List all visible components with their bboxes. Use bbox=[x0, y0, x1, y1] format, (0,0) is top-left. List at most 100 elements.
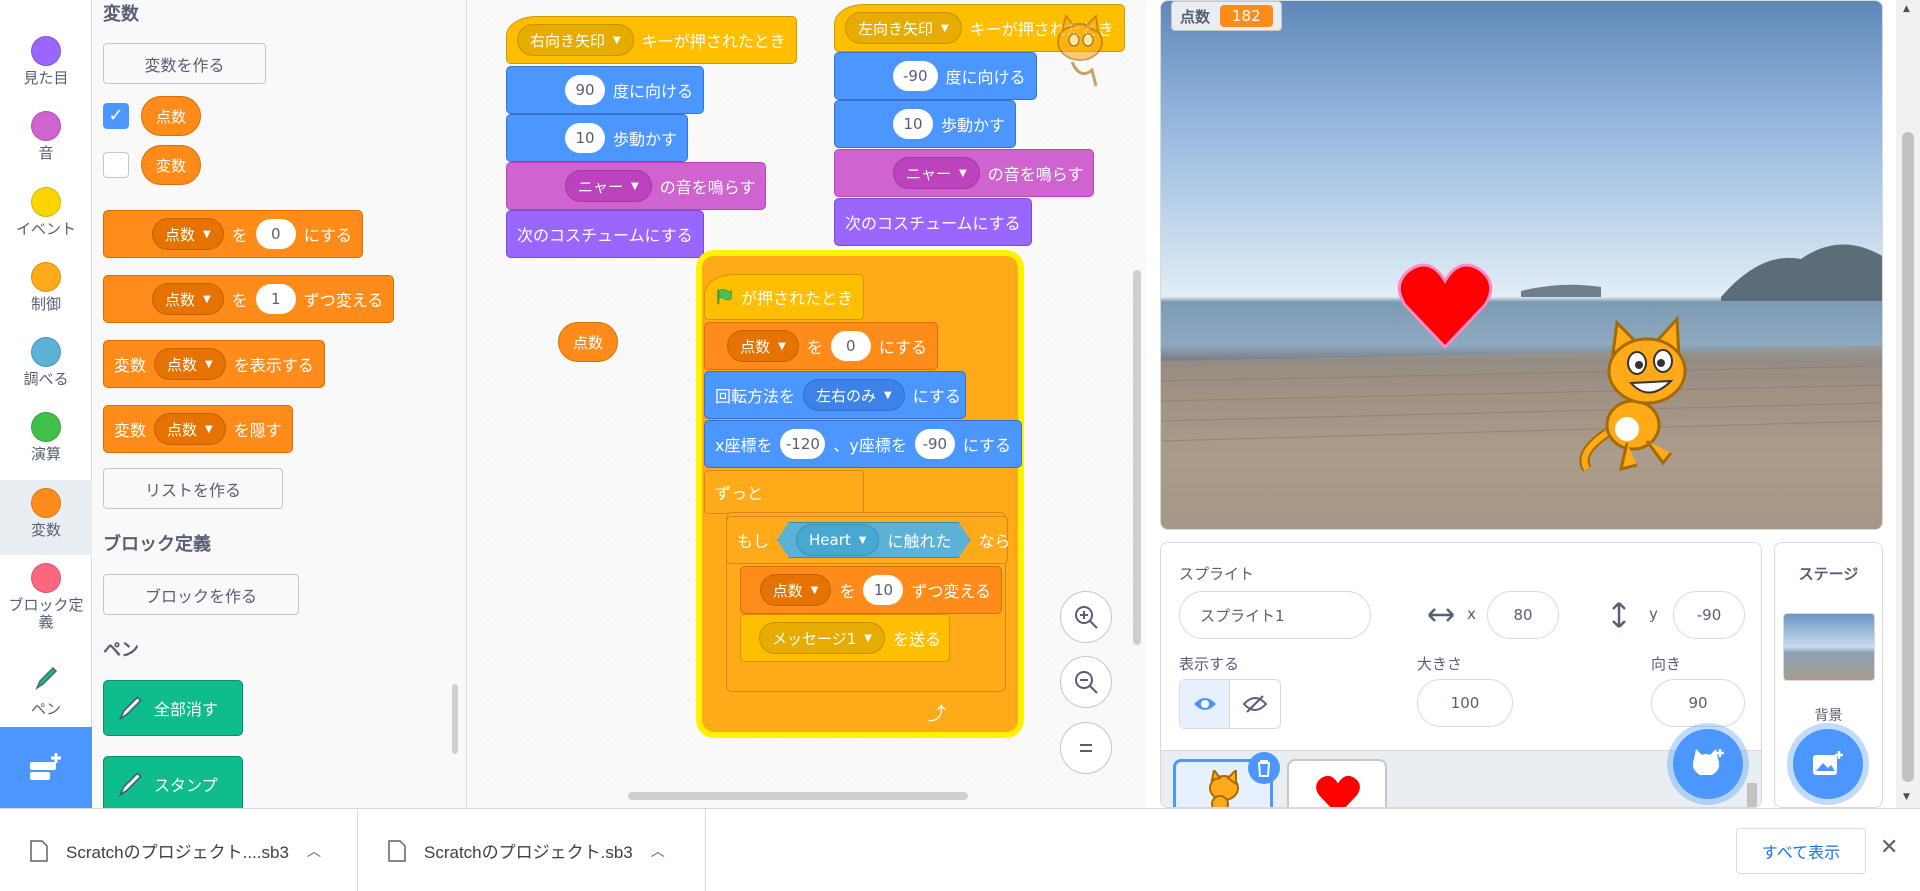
x-input[interactable]: -120 bbox=[780, 429, 826, 459]
add-extension-button[interactable] bbox=[0, 727, 92, 808]
variables-heading: 変数 bbox=[103, 4, 139, 25]
direction-input[interactable]: -90 bbox=[893, 61, 938, 91]
score-reporter[interactable]: 点数 bbox=[141, 96, 202, 136]
script-area-horizontal-scrollbar[interactable] bbox=[628, 792, 968, 800]
next-costume-block[interactable]: 次のコスチュームにする bbox=[834, 198, 1032, 246]
category-my-blocks[interactable]: ブロック定義 bbox=[0, 563, 92, 638]
category-operators[interactable]: 演算 bbox=[0, 412, 92, 487]
choose-sprite-button[interactable] bbox=[1673, 729, 1743, 799]
set-variable-dropdown[interactable]: 点数 ▼ bbox=[727, 330, 799, 362]
touching-block[interactable]: Heart ▼ に触れた bbox=[777, 522, 970, 558]
variable-checkbox[interactable] bbox=[103, 152, 129, 178]
change-variable-block[interactable]: 点数 ▼ を 1 ずつ変える bbox=[103, 275, 395, 323]
point-in-direction-block[interactable]: -90 度に向ける bbox=[834, 52, 1037, 100]
category-motion[interactable]: 動き bbox=[0, 0, 92, 23]
category-events[interactable]: イベント bbox=[0, 187, 92, 262]
category-looks[interactable]: 見た目 bbox=[0, 36, 92, 111]
show-all-button[interactable]: すべて表示 bbox=[1736, 828, 1866, 874]
y-input[interactable]: -90 bbox=[1673, 591, 1745, 639]
set-rotation-style-block[interactable]: 回転方法を 左右のみ ▼ にする bbox=[704, 371, 966, 419]
forever-block[interactable]: ずっと bbox=[704, 470, 864, 514]
stage-selector[interactable]: ステージ 背景 bbox=[1774, 542, 1883, 808]
when-flag-clicked-block[interactable]: が押されたとき bbox=[704, 274, 864, 320]
make-list-button[interactable]: リストを作る bbox=[103, 468, 283, 509]
delete-sprite-button[interactable] bbox=[1248, 752, 1280, 784]
sprite-name-input[interactable]: スプライト1 bbox=[1179, 591, 1371, 639]
sprite-thumbnail-heart[interactable] bbox=[1287, 759, 1387, 807]
sound-dropdown[interactable]: ニャー ▼ bbox=[565, 170, 652, 202]
choose-backdrop-button[interactable] bbox=[1793, 729, 1863, 799]
set-variable-dropdown[interactable]: 点数 ▼ bbox=[152, 218, 224, 250]
hide-sprite-button[interactable] bbox=[1230, 680, 1280, 728]
key-dropdown[interactable]: 左向き矢印 ▼ bbox=[845, 12, 962, 44]
script-area[interactable]: 右向き矢印 ▼ キーが押されたとき 90 度に向ける 10 歩動かす ニャー ▼ の… bbox=[468, 0, 1147, 808]
change-value-input[interactable]: 1 bbox=[255, 284, 296, 314]
when-key-pressed-block[interactable]: 右向き矢印 ▼ キーが押されたとき bbox=[506, 16, 797, 64]
direction-input[interactable]: 90 bbox=[1651, 679, 1745, 727]
change-variable-dropdown[interactable]: 点数 ▼ bbox=[152, 283, 224, 315]
key-dropdown[interactable]: 右向き矢印 ▼ bbox=[517, 24, 634, 56]
stage[interactable]: 点数 182 bbox=[1160, 0, 1883, 530]
set-value-input[interactable]: 0 bbox=[830, 331, 871, 361]
y-input[interactable]: -90 bbox=[914, 429, 955, 459]
steps-input[interactable]: 10 bbox=[565, 123, 605, 153]
next-costume-block[interactable]: 次のコスチュームにする bbox=[506, 210, 704, 258]
hide-variable-block[interactable]: 変数 点数 ▼ を隠す bbox=[103, 405, 293, 453]
point-in-direction-block[interactable]: 90 度に向ける bbox=[506, 66, 705, 114]
score-variable-monitor[interactable]: 点数 182 bbox=[1171, 1, 1282, 31]
chevron-up-icon[interactable]: ︿ bbox=[307, 841, 321, 861]
make-block-button[interactable]: ブロックを作る bbox=[103, 574, 299, 615]
pen-clear-block[interactable]: 全部消す bbox=[103, 680, 243, 736]
show-variable-dropdown[interactable]: 点数 ▼ bbox=[154, 348, 226, 380]
go-to-xy-block[interactable]: x座標を -120 、y座標を -90 にする bbox=[704, 420, 1022, 468]
category-control[interactable]: 制御 bbox=[0, 262, 92, 337]
play-sound-block[interactable]: ニャー ▼ の音を鳴らす bbox=[834, 149, 1095, 197]
score-reporter[interactable]: 点数 bbox=[558, 322, 619, 362]
play-sound-block[interactable]: ニャー ▼ の音を鳴らす bbox=[506, 162, 767, 210]
sprite-thumbnail-cat[interactable] bbox=[1173, 752, 1280, 807]
zoom-out-button[interactable] bbox=[1060, 656, 1112, 708]
if-block[interactable]: もし Heart ▼ に触れた なら bbox=[726, 516, 1011, 564]
script-area-vertical-scrollbar[interactable] bbox=[1133, 270, 1141, 645]
broadcast-dropdown[interactable]: メッセージ1 ▼ bbox=[759, 622, 885, 654]
change-variable-dropdown[interactable]: 点数 ▼ bbox=[759, 574, 832, 606]
backdrop-thumbnail[interactable] bbox=[1783, 613, 1875, 681]
rotation-style-dropdown[interactable]: 左右のみ ▼ bbox=[803, 379, 905, 411]
palette-scrollbar[interactable] bbox=[452, 684, 458, 754]
change-variable-block[interactable]: 点数 ▼ を 10 ずつ変える bbox=[740, 566, 1002, 614]
make-variable-button[interactable]: 変数を作る bbox=[103, 43, 266, 84]
show-sprite-button[interactable] bbox=[1180, 680, 1230, 728]
download-item-1[interactable]: Scratchのプロジェクト....sb3 ︿ bbox=[0, 809, 358, 891]
sprite-list-scrollbar[interactable] bbox=[1743, 751, 1761, 807]
broadcast-block[interactable]: メッセージ1 ▼ を送る bbox=[740, 614, 950, 662]
download-item-2[interactable]: Scratchのプロジェクト.sb3 ︿ bbox=[358, 809, 706, 891]
move-steps-block[interactable]: 10 歩動かす bbox=[834, 100, 1017, 148]
page-scrollbar[interactable]: ▲ ▼ bbox=[1896, 0, 1920, 808]
show-variable-block[interactable]: 変数 点数 ▼ を表示する bbox=[103, 340, 325, 388]
heart-sprite-icon[interactable] bbox=[1397, 259, 1493, 351]
chevron-up-icon[interactable]: ︿ bbox=[651, 841, 665, 861]
category-sound[interactable]: 音 bbox=[0, 111, 92, 186]
category-variables[interactable]: 変数 bbox=[0, 480, 92, 555]
cat-sprite-icon[interactable] bbox=[1567, 313, 1695, 473]
set-value-input[interactable]: 0 bbox=[255, 219, 296, 249]
pen-stamp-block[interactable]: スタンプ bbox=[103, 756, 243, 808]
change-value-input[interactable]: 10 bbox=[863, 575, 904, 605]
score-checkbox[interactable]: ✓ bbox=[103, 103, 129, 129]
set-variable-block[interactable]: 点数 ▼ を 0 にする bbox=[103, 210, 363, 258]
steps-input[interactable]: 10 bbox=[893, 109, 933, 139]
zoom-in-button[interactable] bbox=[1060, 591, 1112, 643]
direction-input[interactable]: 90 bbox=[565, 75, 605, 105]
category-sensing[interactable]: 調べる bbox=[0, 337, 92, 412]
touching-dropdown[interactable]: Heart ▼ bbox=[796, 524, 879, 556]
hide-variable-dropdown[interactable]: 点数 ▼ bbox=[154, 413, 226, 445]
variable-reporter[interactable]: 変数 bbox=[141, 145, 202, 185]
close-icon[interactable]: ✕ bbox=[1880, 835, 1898, 860]
zoom-reset-button[interactable] bbox=[1060, 722, 1112, 774]
set-variable-block[interactable]: 点数 ▼ を 0 にする bbox=[704, 322, 938, 370]
sound-dropdown[interactable]: ニャー ▼ bbox=[893, 157, 980, 189]
move-steps-block[interactable]: 10 歩動かす bbox=[506, 114, 689, 162]
cat-add-icon bbox=[1692, 749, 1724, 775]
x-input[interactable]: 80 bbox=[1487, 591, 1559, 639]
size-input[interactable]: 100 bbox=[1417, 679, 1513, 727]
